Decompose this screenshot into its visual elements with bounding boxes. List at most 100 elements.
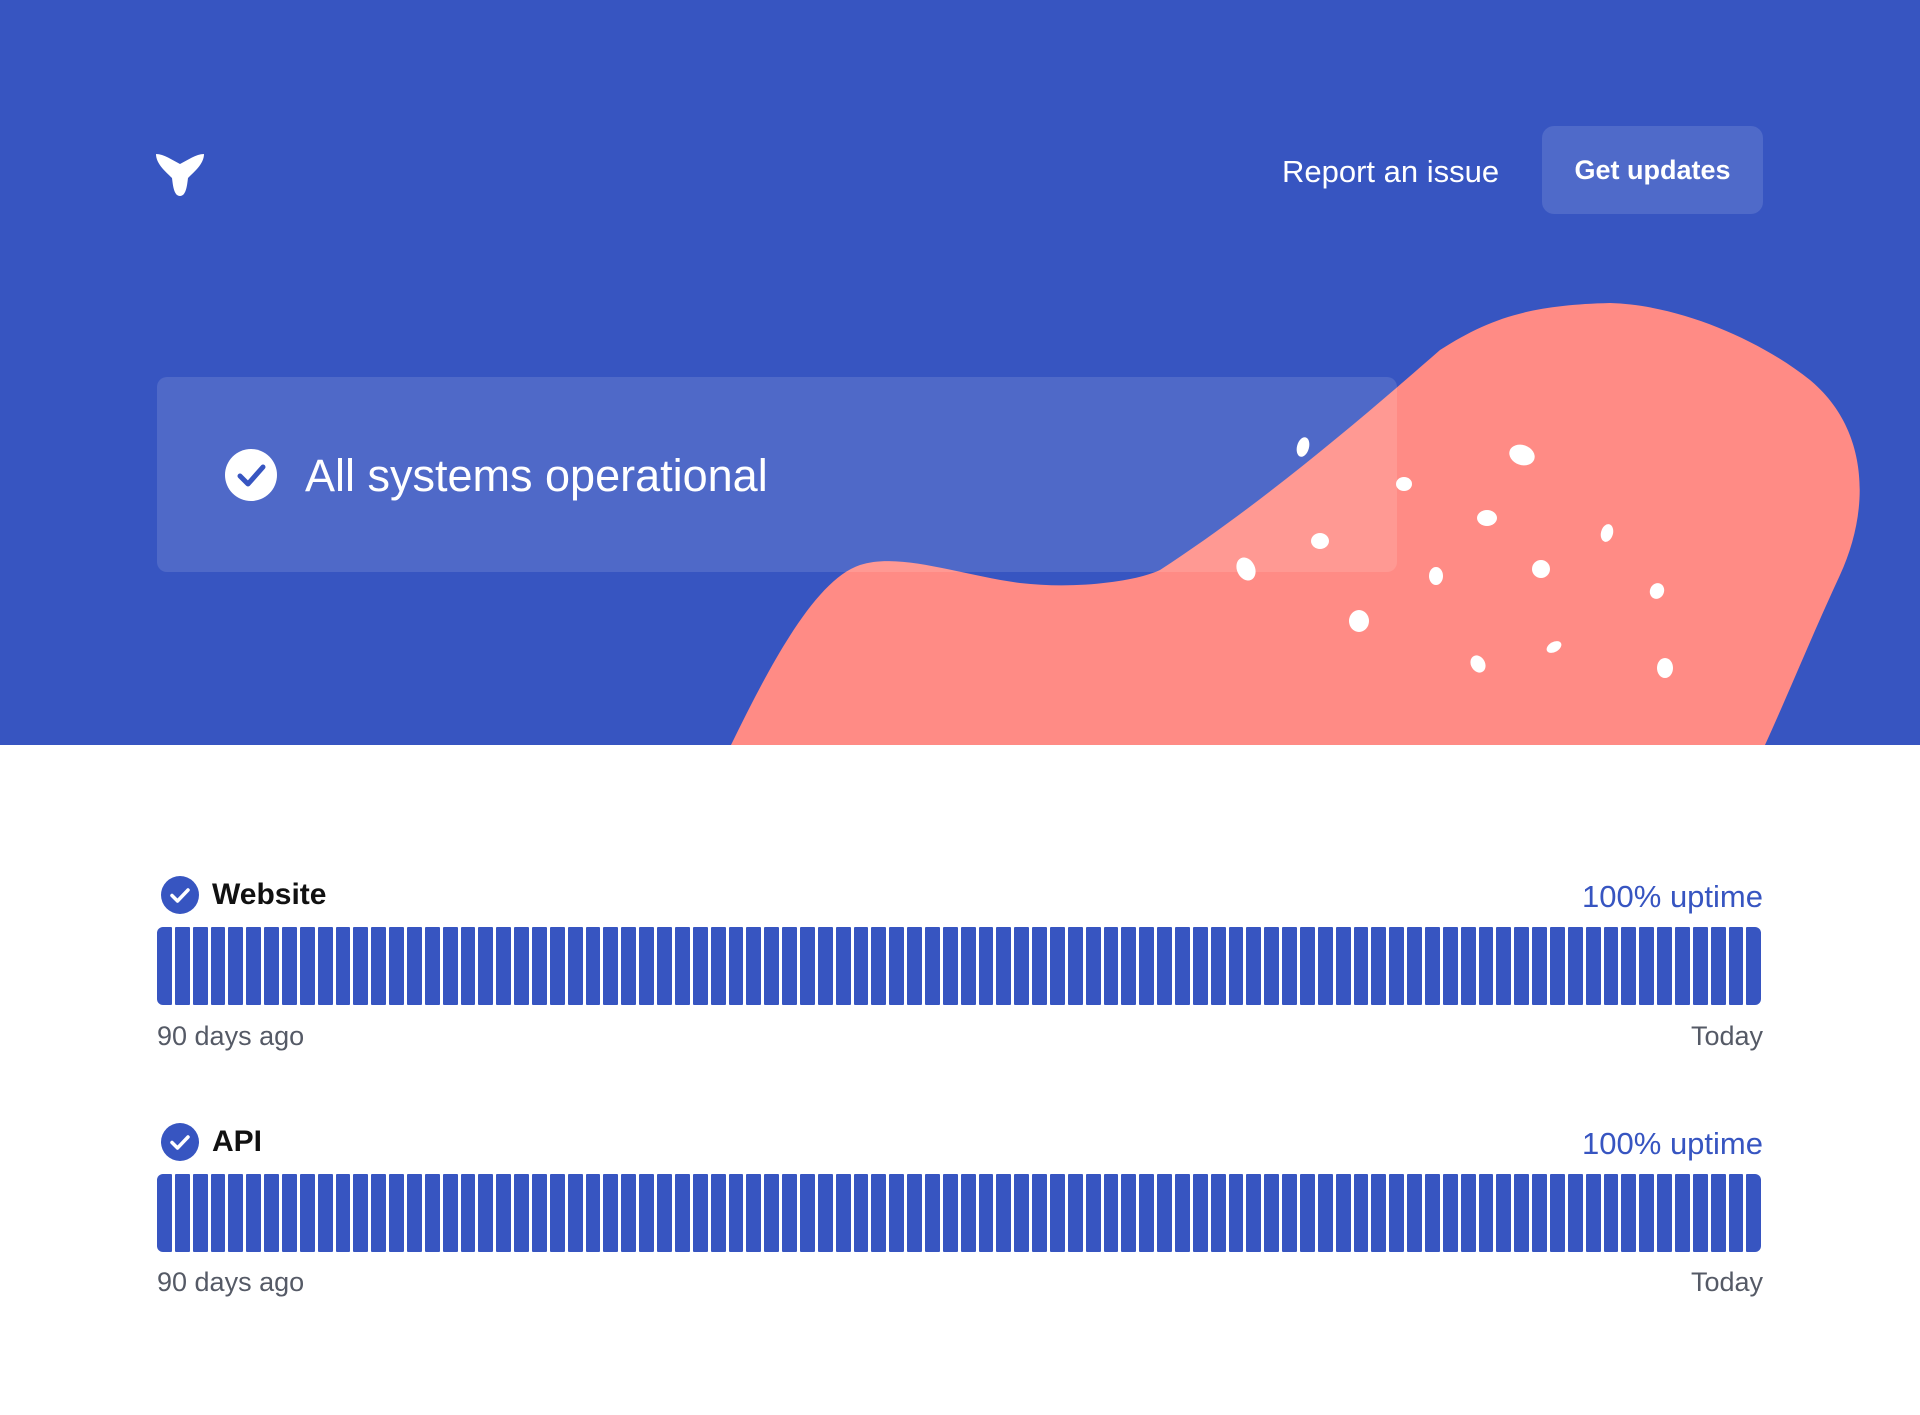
uptime-day-bar[interactable]: [1442, 1174, 1458, 1252]
uptime-day-bar[interactable]: [424, 927, 440, 1005]
uptime-day-bar[interactable]: [317, 1174, 333, 1252]
uptime-day-bar[interactable]: [978, 1174, 994, 1252]
uptime-day-bar[interactable]: [1675, 927, 1690, 1005]
uptime-day-bar[interactable]: [442, 1174, 458, 1252]
uptime-day-bar[interactable]: [264, 927, 280, 1005]
uptime-day-bar[interactable]: [353, 1174, 369, 1252]
uptime-day-bar[interactable]: [1532, 927, 1548, 1005]
uptime-day-bar[interactable]: [157, 927, 172, 1005]
uptime-day-bar[interactable]: [1657, 927, 1673, 1005]
uptime-day-bar[interactable]: [1228, 927, 1244, 1005]
uptime-day-bar[interactable]: [1335, 1174, 1351, 1252]
uptime-day-bar[interactable]: [1282, 927, 1297, 1005]
uptime-day-bar[interactable]: [1121, 927, 1137, 1005]
uptime-day-bar[interactable]: [264, 1174, 280, 1252]
uptime-day-bar[interactable]: [1032, 927, 1047, 1005]
uptime-day-bar[interactable]: [1157, 927, 1172, 1005]
uptime-day-bar[interactable]: [549, 927, 565, 1005]
uptime-day-bar[interactable]: [157, 1174, 172, 1252]
uptime-day-bar[interactable]: [1710, 927, 1726, 1005]
uptime-day-bar[interactable]: [710, 1174, 726, 1252]
uptime-day-bar[interactable]: [174, 927, 190, 1005]
uptime-day-bar[interactable]: [782, 1174, 797, 1252]
uptime-day-bar[interactable]: [549, 1174, 565, 1252]
uptime-day-bar[interactable]: [1692, 1174, 1708, 1252]
uptime-day-bar[interactable]: [496, 1174, 512, 1252]
uptime-day-bar[interactable]: [603, 927, 619, 1005]
uptime-day-bar[interactable]: [1103, 1174, 1119, 1252]
uptime-day-bar[interactable]: [621, 927, 637, 1005]
uptime-day-bar[interactable]: [1121, 1174, 1137, 1252]
uptime-day-bar[interactable]: [960, 927, 976, 1005]
uptime-day-bar[interactable]: [585, 927, 601, 1005]
uptime-day-bar[interactable]: [1139, 1174, 1155, 1252]
uptime-day-bar[interactable]: [1425, 927, 1440, 1005]
uptime-day-bar[interactable]: [228, 927, 244, 1005]
uptime-day-bar[interactable]: [978, 927, 994, 1005]
uptime-day-bar[interactable]: [407, 1174, 422, 1252]
uptime-day-bar[interactable]: [942, 1174, 958, 1252]
uptime-day-bar[interactable]: [924, 1174, 940, 1252]
uptime-day-bar[interactable]: [1174, 927, 1190, 1005]
uptime-day-bar[interactable]: [853, 927, 869, 1005]
uptime-day-bar[interactable]: [389, 1174, 405, 1252]
uptime-day-bar[interactable]: [1049, 927, 1065, 1005]
uptime-day-bar[interactable]: [996, 1174, 1012, 1252]
uptime-day-bar[interactable]: [1014, 927, 1030, 1005]
uptime-day-bar[interactable]: [210, 927, 226, 1005]
uptime-day-bar[interactable]: [299, 927, 315, 1005]
uptime-day-bar[interactable]: [1353, 927, 1369, 1005]
uptime-day-bar[interactable]: [1157, 1174, 1172, 1252]
uptime-day-bar[interactable]: [1567, 927, 1583, 1005]
uptime-day-bar[interactable]: [335, 1174, 351, 1252]
uptime-day-bar[interactable]: [532, 1174, 547, 1252]
uptime-day-bar[interactable]: [1300, 927, 1315, 1005]
uptime-day-bar[interactable]: [817, 1174, 833, 1252]
uptime-day-bar[interactable]: [657, 927, 672, 1005]
uptime-day-bar[interactable]: [1621, 1174, 1637, 1252]
brand-logo-icon[interactable]: [154, 148, 206, 200]
uptime-day-bar[interactable]: [1371, 927, 1387, 1005]
uptime-day-bar[interactable]: [210, 1174, 226, 1252]
uptime-day-bar[interactable]: [1246, 1174, 1262, 1252]
uptime-day-bar[interactable]: [835, 1174, 851, 1252]
uptime-day-bar[interactable]: [621, 1174, 637, 1252]
uptime-day-bar[interactable]: [1442, 927, 1458, 1005]
uptime-day-bar[interactable]: [1067, 927, 1083, 1005]
uptime-day-bar[interactable]: [1389, 927, 1405, 1005]
uptime-day-bar[interactable]: [942, 927, 958, 1005]
uptime-day-bar[interactable]: [1478, 1174, 1494, 1252]
uptime-day-bar[interactable]: [585, 1174, 601, 1252]
uptime-day-bar[interactable]: [246, 927, 262, 1005]
uptime-day-bar[interactable]: [1210, 1174, 1226, 1252]
uptime-day-bar[interactable]: [335, 927, 351, 1005]
uptime-day-bar[interactable]: [871, 1174, 887, 1252]
uptime-day-bar[interactable]: [424, 1174, 440, 1252]
uptime-day-bar[interactable]: [1192, 1174, 1208, 1252]
uptime-day-bar[interactable]: [478, 1174, 494, 1252]
uptime-day-bar[interactable]: [389, 927, 405, 1005]
uptime-day-bar[interactable]: [657, 1174, 672, 1252]
uptime-day-bar[interactable]: [371, 1174, 387, 1252]
uptime-day-bar[interactable]: [1264, 927, 1280, 1005]
uptime-day-bar[interactable]: [1728, 927, 1744, 1005]
uptime-day-bar[interactable]: [817, 927, 833, 1005]
uptime-day-bar[interactable]: [1603, 1174, 1619, 1252]
uptime-day-bar[interactable]: [907, 927, 922, 1005]
uptime-day-bar[interactable]: [1103, 927, 1119, 1005]
uptime-day-bar[interactable]: [889, 1174, 905, 1252]
uptime-day-bar[interactable]: [1317, 927, 1333, 1005]
uptime-day-bar[interactable]: [1514, 927, 1530, 1005]
uptime-day-bar[interactable]: [924, 927, 940, 1005]
uptime-day-bar[interactable]: [996, 927, 1012, 1005]
uptime-day-bar[interactable]: [192, 1174, 208, 1252]
report-issue-link[interactable]: Report an issue: [1282, 152, 1499, 192]
uptime-day-bar[interactable]: [603, 1174, 619, 1252]
uptime-day-bar[interactable]: [514, 927, 530, 1005]
uptime-day-bar[interactable]: [1407, 1174, 1423, 1252]
uptime-day-bar[interactable]: [799, 1174, 815, 1252]
uptime-day-bar[interactable]: [1282, 1174, 1297, 1252]
uptime-day-bar[interactable]: [1567, 1174, 1583, 1252]
uptime-day-bar[interactable]: [1657, 1174, 1673, 1252]
uptime-day-bar[interactable]: [728, 927, 744, 1005]
